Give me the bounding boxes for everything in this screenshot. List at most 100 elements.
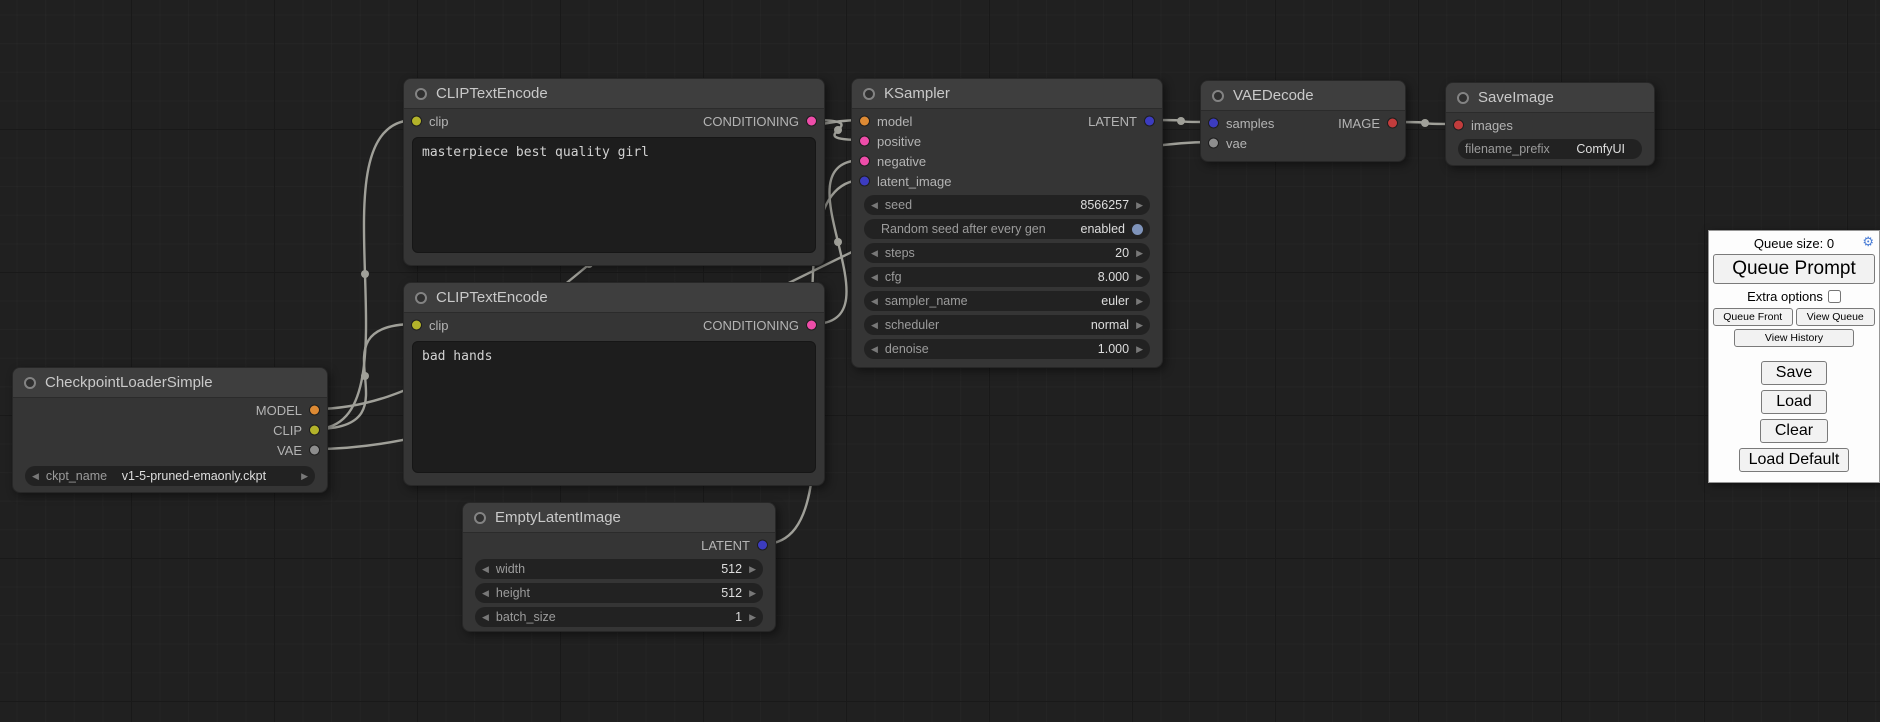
node-title-bar[interactable]: CLIPTextEncode — [404, 79, 824, 109]
widget-value: 512 — [721, 562, 742, 576]
node-empty-latent-image[interactable]: EmptyLatentImage LATENT ◀ width 512 ▶ ◀ … — [462, 502, 776, 632]
node-title-bar[interactable]: SaveImage — [1446, 83, 1654, 113]
increment-arrow-icon[interactable]: ▶ — [749, 565, 756, 574]
decrement-arrow-icon[interactable]: ◀ — [871, 321, 878, 330]
node-title-bar[interactable]: CLIPTextEncode — [404, 283, 824, 313]
scheduler-widget[interactable]: ◀ scheduler normal ▶ — [864, 315, 1150, 335]
decrement-arrow-icon[interactable]: ◀ — [871, 345, 878, 354]
clip-input-slot[interactable] — [412, 321, 421, 330]
ckpt-name-widget[interactable]: ◀ ckpt_name v1-5-pruned-emaonly.ckpt ▶ — [25, 466, 315, 486]
widget-value: ComfyUI — [1576, 142, 1625, 156]
link-midpoint-dot — [834, 126, 842, 134]
output-label: CONDITIONING — [703, 318, 824, 333]
increment-arrow-icon[interactable]: ▶ — [1136, 321, 1143, 330]
steps-widget[interactable]: ◀ steps 20 ▶ — [864, 243, 1150, 263]
node-clip-text-encode-negative[interactable]: CLIPTextEncode clip CONDITIONING bad han… — [403, 282, 825, 486]
increment-arrow-icon[interactable]: ▶ — [749, 589, 756, 598]
node-ksampler[interactable]: KSampler model LATENT positive negative … — [851, 78, 1163, 368]
prompt-textarea[interactable]: bad hands — [412, 341, 816, 473]
widget-value: 1 — [735, 610, 742, 624]
decrement-arrow-icon[interactable]: ◀ — [482, 589, 489, 598]
vae-input-slot[interactable] — [1209, 139, 1218, 148]
slot-row: images — [1446, 115, 1654, 135]
model-input-slot[interactable] — [860, 117, 869, 126]
sampler-name-widget[interactable]: ◀ sampler_name euler ▶ — [864, 291, 1150, 311]
output-row: VAE — [13, 440, 327, 460]
increment-arrow-icon[interactable]: ▶ — [1136, 249, 1143, 258]
comfyui-menu-panel: Queue size: 0 ⚙ Queue Prompt Extra optio… — [1708, 230, 1880, 483]
input-label: clip — [404, 318, 449, 333]
decrement-arrow-icon[interactable]: ◀ — [32, 472, 39, 481]
denoise-widget[interactable]: ◀ denoise 1.000 ▶ — [864, 339, 1150, 359]
increment-arrow-icon[interactable]: ▶ — [301, 472, 308, 481]
output-label: VAE — [277, 443, 327, 458]
cfg-widget[interactable]: ◀ cfg 8.000 ▶ — [864, 267, 1150, 287]
increment-arrow-icon[interactable]: ▶ — [1136, 345, 1143, 354]
increment-arrow-icon[interactable]: ▶ — [749, 613, 756, 622]
widget-value: enabled — [1081, 222, 1126, 236]
decrement-arrow-icon[interactable]: ◀ — [482, 613, 489, 622]
image-output-slot[interactable] — [1388, 119, 1397, 128]
negative-input-slot[interactable] — [860, 157, 869, 166]
seed-widget[interactable]: ◀ seed 8566257 ▶ — [864, 195, 1150, 215]
increment-arrow-icon[interactable]: ▶ — [1136, 297, 1143, 306]
node-status-icon — [24, 377, 36, 389]
node-vae-decode[interactable]: VAEDecode samples IMAGE vae — [1200, 80, 1406, 162]
view-queue-button[interactable]: View Queue — [1796, 308, 1876, 326]
images-input-slot[interactable] — [1454, 121, 1463, 130]
load-default-button[interactable]: Load Default — [1739, 448, 1850, 472]
increment-arrow-icon[interactable]: ▶ — [1136, 201, 1143, 210]
slot-row: negative — [852, 151, 1162, 171]
decrement-arrow-icon[interactable]: ◀ — [871, 273, 878, 282]
node-title-bar[interactable]: EmptyLatentImage — [463, 503, 775, 533]
node-status-icon — [863, 88, 875, 100]
clear-button[interactable]: Clear — [1760, 419, 1828, 443]
samples-input-slot[interactable] — [1209, 119, 1218, 128]
widget-label: seed — [885, 198, 912, 212]
prompt-textarea[interactable]: masterpiece best quality girl — [412, 137, 816, 253]
input-label: clip — [404, 114, 449, 129]
node-title-bar[interactable]: CheckpointLoaderSimple — [13, 368, 327, 398]
view-history-button[interactable]: View History — [1734, 329, 1854, 347]
model-output-slot[interactable] — [310, 406, 319, 415]
node-checkpoint-loader-simple[interactable]: CheckpointLoaderSimple MODEL CLIP VAE ◀ … — [12, 367, 328, 493]
widget-label: scheduler — [885, 318, 939, 332]
width-widget[interactable]: ◀ width 512 ▶ — [475, 559, 763, 579]
clip-input-slot[interactable] — [412, 117, 421, 126]
height-widget[interactable]: ◀ height 512 ▶ — [475, 583, 763, 603]
node-title: CLIPTextEncode — [436, 289, 548, 306]
batch-size-widget[interactable]: ◀ batch_size 1 ▶ — [475, 607, 763, 627]
conditioning-output-slot[interactable] — [807, 117, 816, 126]
slot-row: vae — [1201, 133, 1405, 153]
decrement-arrow-icon[interactable]: ◀ — [871, 297, 878, 306]
slot-row: clip CONDITIONING — [404, 111, 824, 131]
toggle-dot-icon[interactable] — [1132, 224, 1143, 235]
queue-prompt-button[interactable]: Queue Prompt — [1713, 254, 1875, 284]
positive-input-slot[interactable] — [860, 137, 869, 146]
load-button[interactable]: Load — [1761, 390, 1827, 414]
node-save-image[interactable]: SaveImage images filename_prefix ComfyUI — [1445, 82, 1655, 166]
node-status-icon — [1457, 92, 1469, 104]
link-clip-negative — [315, 324, 415, 429]
slot-row: samples IMAGE — [1201, 113, 1405, 133]
node-title-bar[interactable]: VAEDecode — [1201, 81, 1405, 111]
filename-prefix-widget[interactable]: filename_prefix ComfyUI — [1458, 139, 1642, 159]
decrement-arrow-icon[interactable]: ◀ — [871, 249, 878, 258]
node-clip-text-encode-positive[interactable]: CLIPTextEncode clip CONDITIONING masterp… — [403, 78, 825, 266]
widget-label: Random seed after every gen — [881, 222, 1046, 236]
conditioning-output-slot[interactable] — [807, 321, 816, 330]
save-button[interactable]: Save — [1761, 361, 1827, 385]
clip-output-slot[interactable] — [310, 426, 319, 435]
latent-image-input-slot[interactable] — [860, 177, 869, 186]
extra-options-checkbox[interactable] — [1828, 290, 1841, 303]
queue-front-button[interactable]: Queue Front — [1713, 308, 1793, 326]
latent-output-slot[interactable] — [758, 541, 767, 550]
random-seed-toggle-widget[interactable]: Random seed after every gen enabled — [864, 219, 1150, 239]
vae-output-slot[interactable] — [310, 446, 319, 455]
decrement-arrow-icon[interactable]: ◀ — [482, 565, 489, 574]
decrement-arrow-icon[interactable]: ◀ — [871, 201, 878, 210]
increment-arrow-icon[interactable]: ▶ — [1136, 273, 1143, 282]
latent-output-slot[interactable] — [1145, 117, 1154, 126]
node-title-bar[interactable]: KSampler — [852, 79, 1162, 109]
settings-gear-icon[interactable]: ⚙ — [1862, 234, 1874, 250]
